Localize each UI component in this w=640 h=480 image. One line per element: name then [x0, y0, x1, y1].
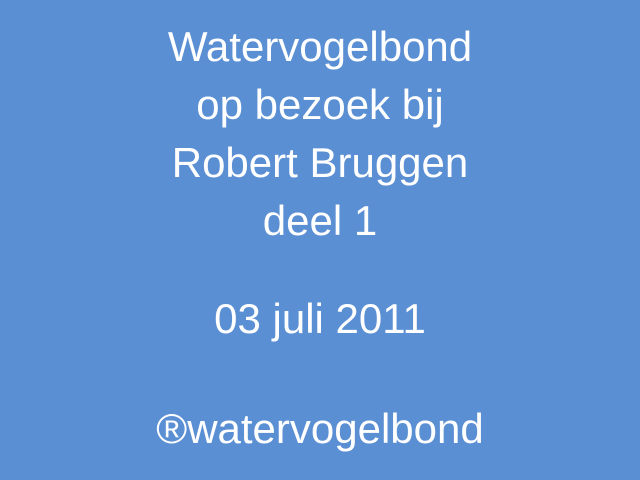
copyright-notice: ®watervogelbond — [156, 405, 484, 452]
title-line-1: Watervogelbond — [167, 23, 473, 70]
title-line-4: deel 1 — [262, 197, 378, 244]
title-line-3: Robert Bruggen — [171, 139, 469, 186]
title-line-2: op bezoek bij — [196, 81, 444, 128]
title-slide: Watervogelbond op bezoek bij Robert Brug… — [0, 0, 640, 480]
slide-date: 03 juli 2011 — [214, 295, 426, 342]
slide-title: Watervogelbond op bezoek bij Robert Brug… — [0, 18, 640, 250]
